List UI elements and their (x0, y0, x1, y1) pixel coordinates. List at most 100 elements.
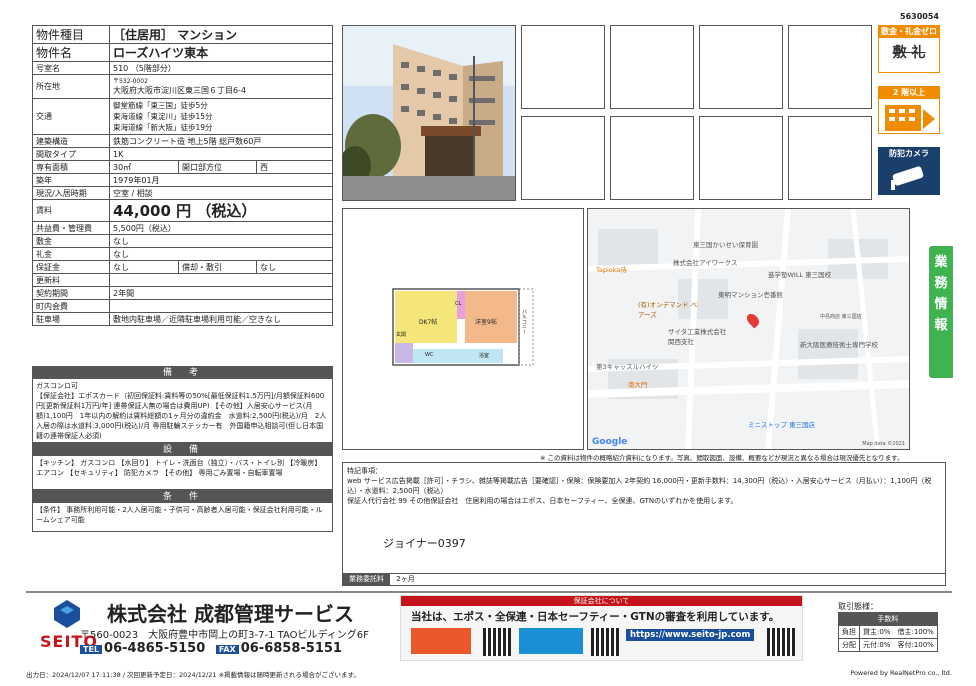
amortization: なし (256, 260, 333, 274)
transit-line: 東海道線「新大阪」徒歩19分 (113, 123, 213, 132)
common-fee: 5,500円（税込） (109, 221, 333, 235)
commission-row: 業務委託料 2ヶ月 (343, 573, 945, 585)
room-label: 洋室9帖 (475, 319, 497, 326)
address-cell: 〒532-0002 大阪府大阪市淀川区東三国６丁目6-4 (109, 74, 333, 99)
layout-type: 1K (109, 147, 333, 161)
trade-value: 貸主:0% 借主:100% (859, 625, 938, 639)
map-label: Tapioka侍 (596, 266, 627, 274)
transit-cell: 御堂筋線「東三国」徒歩5分 東海道線「東淀川」徒歩15分 東海道線「新大阪」徒歩… (109, 98, 333, 135)
table-row: 共益費・管理費 5,500円（税込） (32, 221, 333, 235)
photo-slot (788, 25, 872, 109)
row-key: 開口部方位 (178, 160, 257, 174)
fax-label: FAX (215, 645, 239, 654)
table-row: 駐車場 敷地内駐車場／近隣駐車場利用可能／空きなし (32, 312, 333, 326)
row-key: 所在地 (32, 74, 110, 99)
map-label: (有)オンデマンド ベアーズ (638, 301, 698, 319)
table-row: 契約期間 2年間 (32, 286, 333, 300)
conditions-text: 【条件】 事務所利用可能・2人入居可能・子供可・高齢者入居可能・保証会社利用可能… (32, 503, 333, 532)
contract-period: 2年間 (109, 286, 333, 300)
qr-code-icon[interactable] (591, 628, 619, 656)
row-key: 築年 (32, 173, 110, 187)
map[interactable]: 東三国かいせい保育園 株式会社アイワークス Tapioka侍 進学塾WILL 東… (587, 208, 910, 450)
row-key: 号室名 (32, 61, 110, 75)
room-label: DK7帖 (419, 319, 438, 326)
transit-line: 東海道線「東淀川」徒歩15分 (113, 112, 213, 121)
building-photo (342, 25, 516, 201)
qr-code-icon[interactable] (483, 628, 511, 656)
map-label: 新大阪医療技術士専門学校 (800, 341, 878, 349)
table-row: 交通 御堂筋線「東三国」徒歩5分 東海道線「東淀川」徒歩15分 東海道線「新大阪… (32, 98, 333, 135)
fee-heading: 手数料 (838, 612, 938, 626)
divider (26, 591, 952, 593)
business-info-tab[interactable]: 業務情報 (929, 246, 953, 378)
equipment-text: 【キッチン】 ガスコンロ 【水回り】 トイレ・洗面台（独立）・バス・トイレ別 【… (32, 456, 333, 490)
banner-heading: 保証会社について (401, 596, 802, 606)
room-label: WC (425, 352, 434, 358)
google-logo: Google (592, 437, 628, 447)
table-row: 物件種目 ［住居用］ マンション (32, 25, 333, 44)
room-label: 浴室 (479, 353, 490, 359)
row-key: 償却・敷引 (178, 260, 257, 274)
map-label: 株式会社アイワークス (673, 259, 738, 267)
room-label: CL (455, 301, 462, 307)
table-row: 専有面積 30㎡ 開口部方位 西 (32, 160, 333, 174)
photo-slot (610, 25, 694, 109)
equipment-heading: 設 備 (32, 443, 333, 456)
photo-slot (699, 25, 783, 109)
room-label: バルコニー (521, 309, 527, 334)
banner-message: 当社は、エポス・全保連・日本セーフティー・GTNの審査を利用しています。 (411, 611, 780, 623)
table-row: 所在地 〒532-0002 大阪府大阪市淀川区東三国６丁目6-4 (32, 74, 333, 99)
powered-by: Powered by RealNetPro co., ltd. (850, 669, 952, 677)
fax-number: 06-6858-5151 (240, 641, 342, 656)
trade-key: 負担 (838, 625, 860, 639)
website-url[interactable]: https://www.seito-jp.com (626, 629, 755, 641)
company-address: 〒560-0023 大阪府豊中市岡上の町3-7-1 TAOビルディング6F (80, 630, 369, 641)
second-floor-up-icon: 2 階以上 (878, 86, 940, 134)
feature-title: 敷金・礼金ゼロ (879, 26, 939, 38)
row-key: 物件名 (32, 43, 110, 62)
table-row: 現況/入居時期 空室 / 相談 (32, 186, 333, 200)
company-name: 株式会社 成都管理サービス (107, 602, 354, 626)
table-row: 賃料 44,000 円 （税込） (32, 199, 333, 222)
address: 大阪府大阪市淀川区東三国６丁目6-4 (113, 85, 247, 95)
document-id: 5630054 (900, 12, 939, 21)
photo-slot (788, 116, 872, 200)
row-key: 敷金 (32, 234, 110, 248)
row-key: 物件種目 (32, 25, 110, 44)
qr-code-icon[interactable] (767, 628, 795, 656)
renewal-fee (109, 273, 333, 287)
row-key: 共益費・管理費 (32, 221, 110, 235)
trade-title: 取引態様： (838, 602, 878, 611)
property-name: ローズハイツ東本 (109, 43, 333, 62)
table-row: 更新料 (32, 273, 333, 287)
tab-label: 業務情報 (934, 255, 948, 333)
map-label: サイタ工業株式会社 関西支社 (668, 328, 727, 346)
table-row: 築年 1979年01月 (32, 173, 333, 187)
table-row: 号室名 510 （5階部分） (32, 61, 333, 75)
photo-slot (521, 116, 605, 200)
trade-table: 手数料 負担 貸主:0% 借主:100% 分配 元付:0% 客付:100% (838, 612, 938, 652)
guarantor-banner: 保証会社について 当社は、エポス・全保連・日本セーフティー・GTNの審査を利用し… (400, 595, 803, 661)
conditions-heading: 条 件 (32, 490, 333, 503)
table-row: 間取タイプ 1K (32, 147, 333, 161)
map-label: 進学塾WILL 東三国校 (768, 271, 832, 279)
row-key: 契約期間 (32, 286, 110, 300)
property-type: ［住居用］ マンション (109, 25, 333, 44)
map-copyright: Map data ©2021 (862, 441, 905, 447)
table-row: 物件名 ローズハイツ東本 (32, 43, 333, 62)
disclaimer: ※ この資料は物件の概略紹介資料になります。写真、間取図面、設備、概要などが現況… (540, 454, 904, 462)
remarks-heading: 備 考 (32, 366, 333, 379)
table-row: 礼金 なし (32, 247, 333, 261)
table-row: 町内会費 (32, 299, 333, 313)
feature-mark: 敷 礼 (892, 45, 926, 61)
table-row: 負担 貸主:0% 借主:100% (838, 625, 938, 639)
print-date: 出力日：2024/12/07 17:11:38 / 次回更新予定日：2024/1… (26, 671, 360, 679)
room-number: 510 （5階部分） (109, 61, 333, 75)
row-key: 交通 (32, 98, 110, 135)
tel-label: TEL (80, 645, 103, 654)
transit-line: 御堂筋線「東三国」徒歩5分 (113, 101, 208, 110)
table-row: 分配 元付:0% 客付:100% (838, 638, 938, 652)
orientation: 西 (256, 160, 333, 174)
table-row: 建築構造 鉄筋コンクリート造 地上5階 総戸数60戸 (32, 134, 333, 148)
row-key: 現況/入居時期 (32, 186, 110, 200)
